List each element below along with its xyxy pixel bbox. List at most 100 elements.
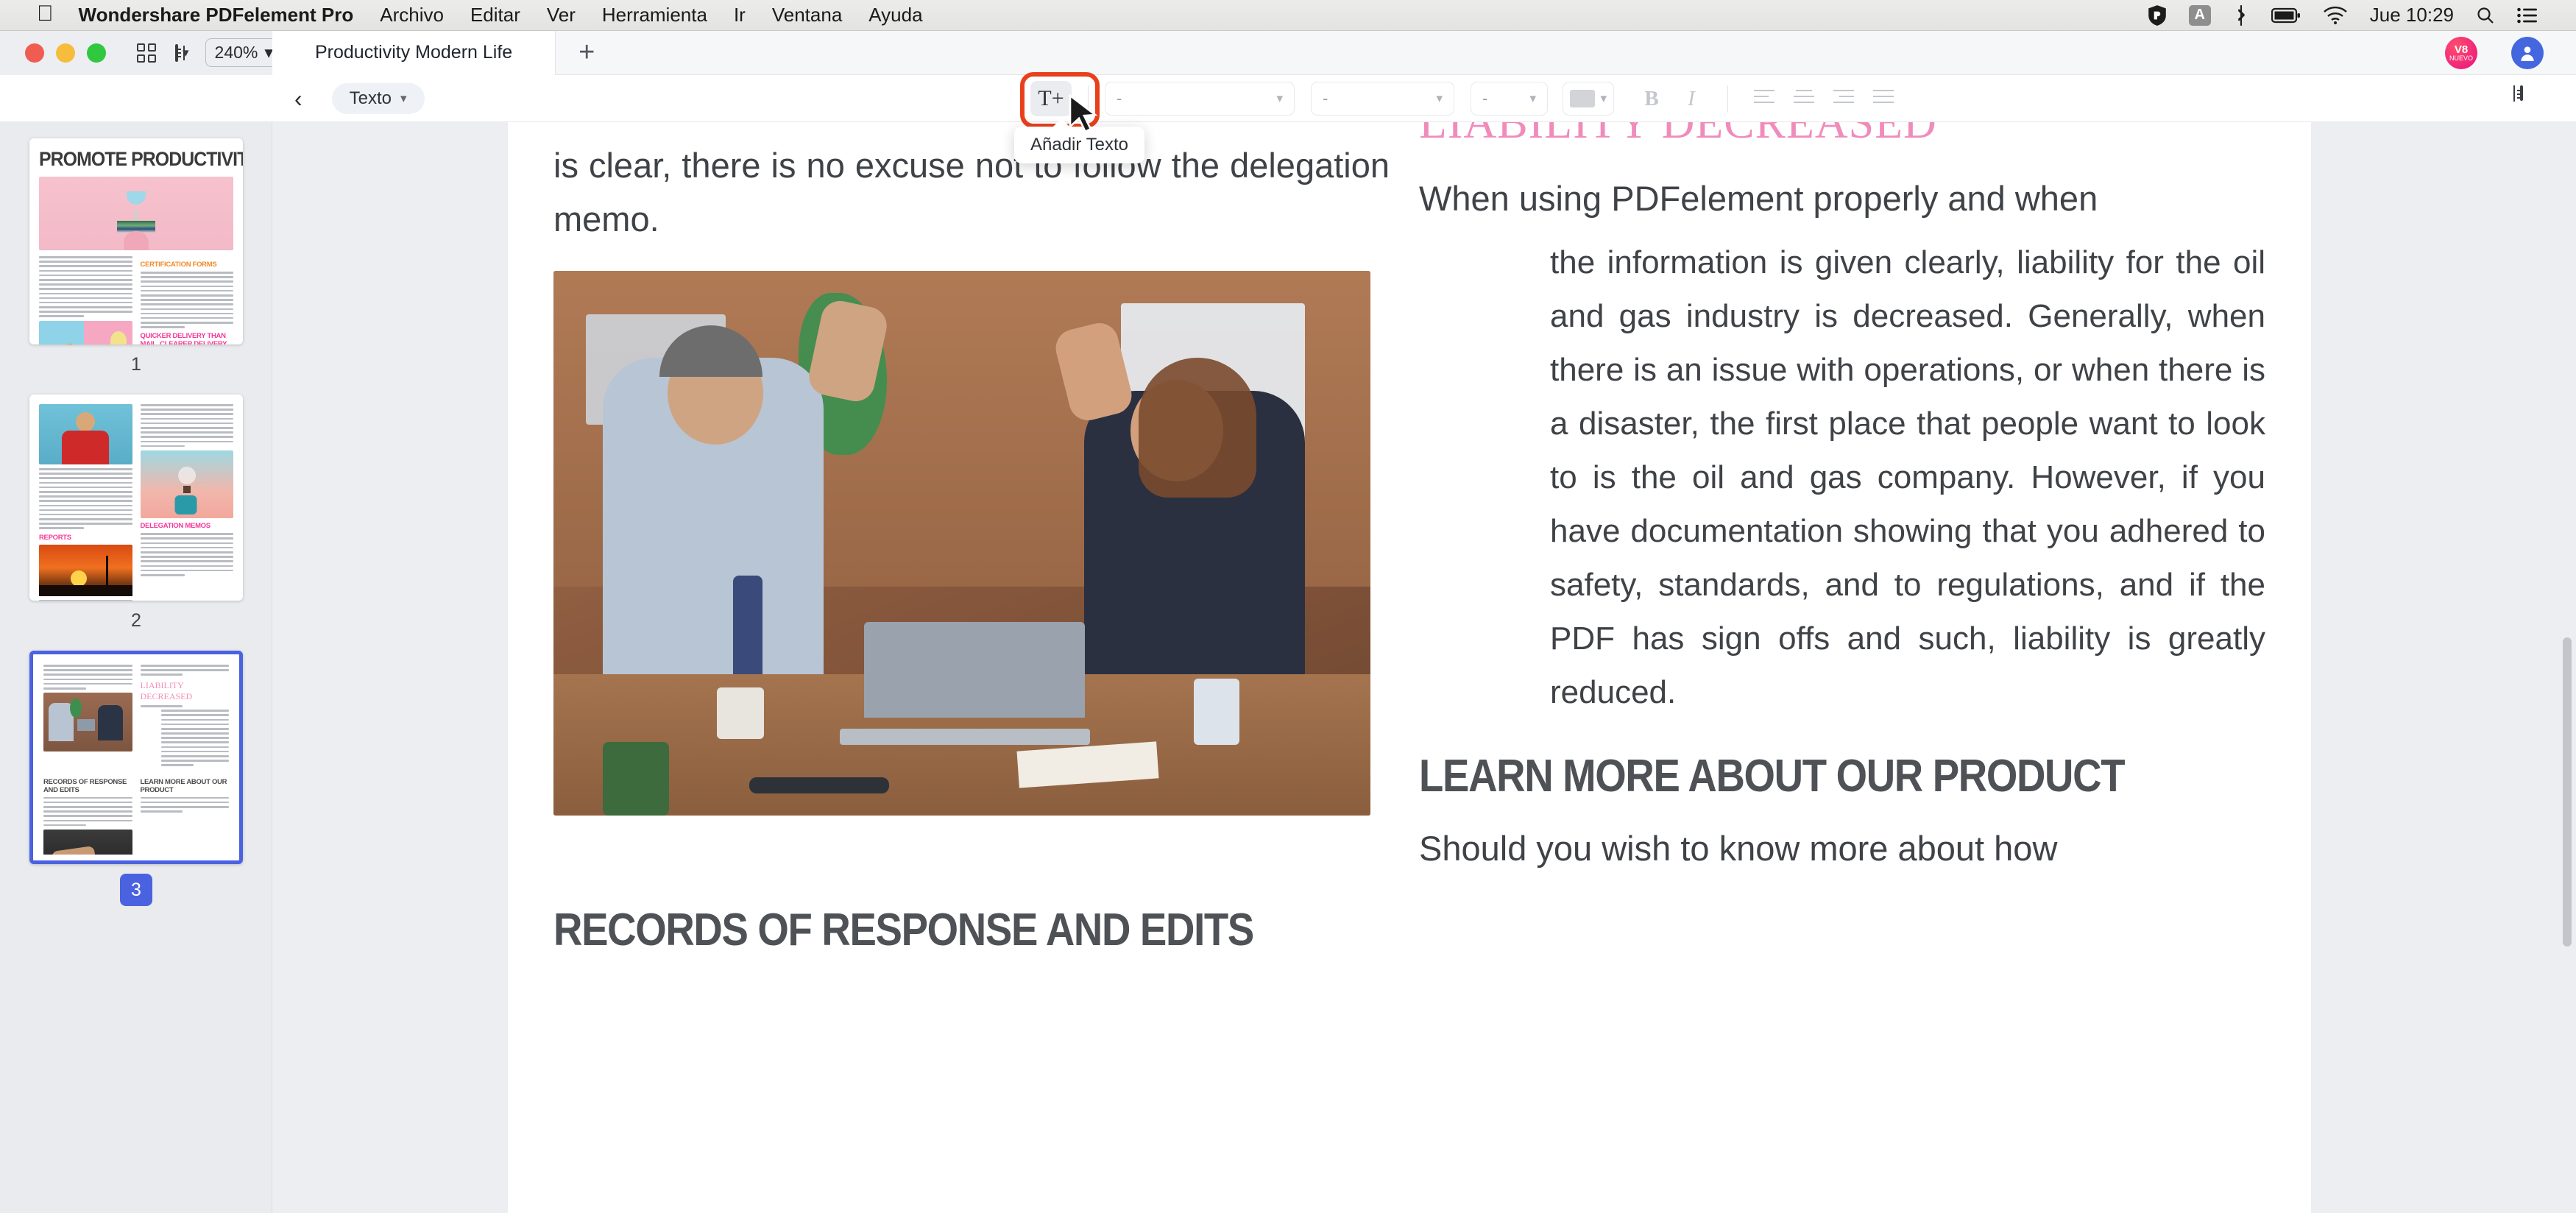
thumb-2-right-text-1 xyxy=(140,404,233,448)
menubar-status-area: A Jue 10:29 xyxy=(2148,4,2560,26)
menu-item-ayuda[interactable]: Ayuda xyxy=(868,4,922,26)
align-justify-icon xyxy=(1873,90,1894,107)
right-body-paragraph[interactable]: the information is given clearly, liabil… xyxy=(1550,236,2265,719)
font-family-select[interactable]: - ▾ xyxy=(1105,82,1295,116)
thumb-3-heading-3: LEARN MORE ABOUT OUR PRODUCT xyxy=(140,777,227,794)
align-left-icon xyxy=(1754,90,1774,107)
right-paragraph-bottom[interactable]: Should you wish to know more about how xyxy=(1419,821,2265,875)
page-number-3: 3 xyxy=(120,874,152,906)
document-tab-label: Productivity Modern Life xyxy=(315,42,513,63)
font-style-select[interactable]: - ▾ xyxy=(1471,82,1548,116)
thumb-3-left-text-2 xyxy=(43,796,132,827)
close-window-button[interactable] xyxy=(25,43,44,63)
document-tab[interactable]: Productivity Modern Life xyxy=(272,30,556,75)
thumb-2-left-text-2 xyxy=(39,600,132,601)
thumb-3-handshake-image xyxy=(43,830,132,855)
document-tabstrip: Productivity Modern Life + xyxy=(272,30,2445,75)
user-icon xyxy=(2521,46,2534,61)
page-thumbnail-1[interactable]: PROMOTE PRODUCTIVITY CERTIFICATION FORMS… xyxy=(29,138,243,344)
thumb-3-highfive-image xyxy=(43,692,132,752)
shield-icon[interactable] xyxy=(2148,4,2167,26)
menu-item-herramienta[interactable]: Herramienta xyxy=(602,4,707,26)
pdf-page-3[interactable]: is clear, there is no excuse not to foll… xyxy=(508,122,2311,1213)
sidebar-toggle-icon[interactable] xyxy=(175,43,185,62)
grid-view-icon[interactable] xyxy=(137,43,156,63)
bold-button[interactable]: B xyxy=(1632,81,1671,116)
menu-item-archivo[interactable]: Archivo xyxy=(380,4,444,26)
control-center-icon[interactable] xyxy=(2517,7,2538,24)
align-center-button[interactable] xyxy=(1784,81,1824,116)
right-heading-top[interactable]: LIABILITY DECREASED xyxy=(1419,122,2265,149)
document-canvas[interactable]: is clear, there is no excuse not to foll… xyxy=(272,122,2576,1213)
new-tab-button[interactable]: + xyxy=(556,31,618,75)
chevron-down-icon: ▾ xyxy=(1436,91,1443,105)
thumb-2-sunset-image xyxy=(39,545,132,597)
align-right-icon xyxy=(1833,90,1854,107)
zoom-level-selector[interactable]: 240% ▾ xyxy=(205,38,283,67)
chevron-down-icon: ▾ xyxy=(1276,91,1283,105)
font-color-select[interactable]: ▾ xyxy=(1563,82,1614,116)
right-heading-bottom[interactable]: LEARN MORE ABOUT OUR PRODUCT xyxy=(1419,750,2164,802)
page-left-column: is clear, there is no excuse not to foll… xyxy=(553,122,1390,956)
format-toolbar: ‹ Texto ▾ T+ - ▾ - ▾ - ▾ ▾ B I xyxy=(0,75,2576,122)
highfive-photo[interactable] xyxy=(553,271,1370,816)
thumb-3-heading-1: LIABILITY DECREASED xyxy=(140,679,193,701)
thumb-1-left-text xyxy=(39,256,132,318)
thumb-2-right-text-2 xyxy=(140,533,233,576)
right-panel-toggle-button[interactable] xyxy=(2520,85,2545,107)
thumb-3-right-text-1 xyxy=(140,665,229,676)
keyboard-input-icon[interactable]: A xyxy=(2188,4,2211,26)
wifi-icon[interactable] xyxy=(2323,6,2348,25)
chevron-down-icon: ▾ xyxy=(1529,91,1536,105)
left-heading-bottom[interactable]: RECORDS OF RESPONSE AND EDITS xyxy=(553,904,1289,956)
chevron-down-icon: ▾ xyxy=(400,91,407,105)
mode-selector-texto[interactable]: Texto ▾ xyxy=(331,82,425,114)
align-left-button[interactable] xyxy=(1744,81,1784,116)
right-intro-paragraph[interactable]: When using PDFelement properly and when xyxy=(1419,171,2265,225)
minimize-window-button[interactable] xyxy=(56,43,75,63)
page-thumbnail-2[interactable]: REPORTS DELEGATION MEMOS xyxy=(29,395,243,601)
version-badge-line2: NUEVO xyxy=(2449,54,2473,62)
menu-item-ir[interactable]: Ir xyxy=(734,4,746,26)
add-text-button[interactable]: T+ xyxy=(1030,81,1072,116)
menu-item-ventana[interactable]: Ventana xyxy=(772,4,842,26)
font-size-select[interactable]: - ▾ xyxy=(1311,82,1454,116)
left-paragraph-top[interactable]: is clear, there is no excuse not to foll… xyxy=(553,122,1390,246)
back-button[interactable]: ‹ xyxy=(294,87,302,110)
maximize-window-button[interactable] xyxy=(87,43,106,63)
menu-app-name[interactable]: Wondershare PDFelement Pro xyxy=(79,4,354,26)
mouse-cursor-icon xyxy=(1069,94,1098,133)
align-justify-button[interactable] xyxy=(1864,81,1903,116)
avatar[interactable] xyxy=(2511,36,2544,69)
page-number-2: 2 xyxy=(131,610,141,631)
thumb-3-right-text-2 xyxy=(140,704,230,707)
search-icon[interactable] xyxy=(2476,6,2495,25)
thumb-1-heading-1: CERTIFICATION FORMS xyxy=(140,261,217,269)
thumb-3-right-text-4 xyxy=(140,796,229,813)
toolbar-divider xyxy=(1727,85,1728,112)
italic-button[interactable]: I xyxy=(1671,81,1711,116)
font-family-value: - xyxy=(1117,89,1122,107)
page-right-column: LIABILITY DECREASED When using PDFelemen… xyxy=(1419,122,2265,956)
thumb-3-right-text-3 xyxy=(161,710,229,766)
thumb-1-title: PROMOTE PRODUCTIVITY xyxy=(39,148,243,170)
macos-menubar:  Wondershare PDFelement Pro Archivo Edi… xyxy=(0,0,2576,31)
menubar-clock[interactable]: Jue 10:29 xyxy=(2370,4,2454,26)
thumb-3-heading-2: RECORDS OF RESPONSE AND EDITS xyxy=(43,777,127,794)
thumb-2-lightbulb-image xyxy=(140,450,233,519)
menu-item-editar[interactable]: Editar xyxy=(470,4,520,26)
zoom-level-value: 240% xyxy=(214,43,258,62)
thumb-1-right-text-1 xyxy=(140,272,233,328)
version-badge[interactable]: V8 NUEVO xyxy=(2445,36,2477,69)
bluetooth-icon[interactable] xyxy=(2233,4,2249,26)
battery-icon[interactable] xyxy=(2271,7,2301,24)
thumb-2-man-image xyxy=(39,404,132,464)
menu-item-ver[interactable]: Ver xyxy=(547,4,576,26)
version-badge-line1: V8 xyxy=(2454,43,2469,56)
vertical-scrollbar[interactable] xyxy=(2563,637,2572,947)
font-size-value: - xyxy=(1323,89,1328,107)
page-thumbnail-3[interactable]: LIABILITY DECREASED RECORDS OF RESPONSE … xyxy=(29,651,243,864)
apple-logo-icon[interactable]:  xyxy=(37,2,54,25)
align-right-button[interactable] xyxy=(1824,81,1864,116)
page-thumbnail-sidebar[interactable]: PROMOTE PRODUCTIVITY CERTIFICATION FORMS… xyxy=(0,122,272,1213)
